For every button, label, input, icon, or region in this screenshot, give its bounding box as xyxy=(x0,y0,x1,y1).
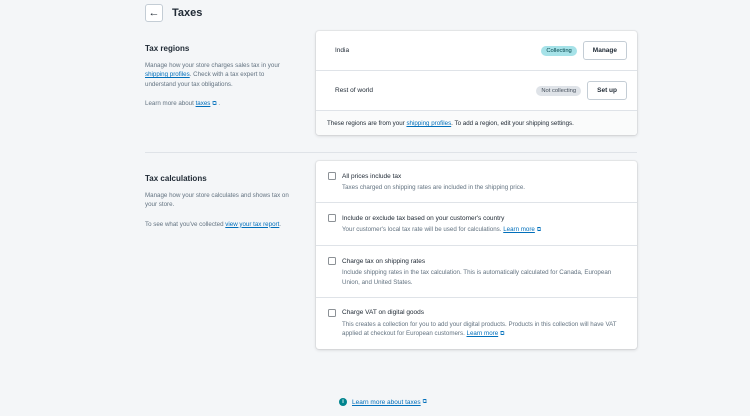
learn-more-taxes: Learn more about taxes ⧉ . xyxy=(145,99,295,109)
option-desc-text: Your customer's local tax rate will be u… xyxy=(342,226,504,234)
learn-more-taxes-link[interactable]: Learn more about taxes xyxy=(352,399,421,406)
option-charge-vat-digital: Charge VAT on digital goods This creates… xyxy=(316,298,637,349)
page-header: ← Taxes xyxy=(145,4,202,22)
option-description: Include shipping rates in the tax calcul… xyxy=(342,269,612,286)
tax-calculations-card: All prices include tax Taxes charged on … xyxy=(316,161,637,350)
checkbox[interactable] xyxy=(328,257,336,266)
tax-report-text: To see what you've collected view your t… xyxy=(145,220,295,229)
option-label: Include or exclude tax based on your cus… xyxy=(342,214,505,222)
tax-calculations-description: Manage how your store calculates and sho… xyxy=(145,192,289,209)
checkbox[interactable] xyxy=(328,214,336,223)
region-row-rest-of-world: Rest of world Not collecting Set up xyxy=(316,71,637,111)
arrow-left-icon: ← xyxy=(148,7,160,19)
view-tax-report-link[interactable]: view your tax report xyxy=(225,221,279,228)
regions-footer: These regions are from your shipping pro… xyxy=(316,111,637,135)
external-link-icon: ⧉ xyxy=(536,227,542,234)
status-badge: Not collecting xyxy=(536,85,582,96)
tax-regions-title: Tax regions xyxy=(145,44,190,53)
tax-calculations-title: Tax calculations xyxy=(145,174,207,183)
region-row-india: India Collecting Manage xyxy=(316,31,637,71)
section-divider xyxy=(145,152,637,153)
shipping-profiles-link[interactable]: shipping profiles xyxy=(145,71,190,78)
checkbox[interactable] xyxy=(328,308,336,317)
desc-text: Manage how your store charges sales tax … xyxy=(145,62,280,69)
status-badge: Collecting xyxy=(541,45,577,56)
option-charge-tax-shipping: Charge tax on shipping rates Include shi… xyxy=(316,246,637,298)
footer-help: i Learn more about taxes ⧉ xyxy=(339,398,427,406)
option-tax-by-country: Include or exclude tax based on your cus… xyxy=(316,203,637,247)
report-text: To see what you've collected xyxy=(145,220,226,228)
region-name: India xyxy=(335,47,350,54)
option-label: Charge tax on shipping rates xyxy=(342,257,426,265)
external-link-icon: ⧉ xyxy=(422,398,427,405)
checkbox[interactable] xyxy=(328,172,336,180)
learn-more-link[interactable]: Learn more xyxy=(503,226,535,233)
external-link-icon: ⧉ xyxy=(500,331,505,338)
tax-regions-info: Tax regions Manage how your store charge… xyxy=(145,44,295,109)
set-up-button[interactable]: Set up xyxy=(587,81,627,100)
option-all-prices-include-tax: All prices include tax Taxes charged on … xyxy=(316,161,637,204)
tax-regions-description: Manage how your store charges sales tax … xyxy=(145,61,295,89)
learn-more-link[interactable]: Learn more xyxy=(467,330,499,337)
shipping-profiles-link[interactable]: shipping profiles xyxy=(406,120,451,127)
manage-button[interactable]: Manage xyxy=(582,41,627,60)
option-description: Your customer's local tax rate will be u… xyxy=(342,225,625,235)
footer-text: These regions are from your xyxy=(327,120,407,127)
option-description: Taxes charged on shipping rates are incl… xyxy=(342,184,525,191)
option-label: All prices include tax xyxy=(342,172,402,180)
report-text: . xyxy=(279,220,282,228)
back-button[interactable]: ← xyxy=(145,4,163,22)
footer-text: . To add a region, edit your shipping se… xyxy=(451,120,574,127)
learn-text: Learn more about xyxy=(145,99,196,107)
page-title: Taxes xyxy=(172,7,203,19)
option-description: This creates a collection for you to add… xyxy=(342,320,625,339)
option-label: Charge VAT on digital goods xyxy=(342,309,425,317)
info-icon: i xyxy=(339,398,347,406)
tax-calculations-info: Tax calculations Manage how your store c… xyxy=(145,174,295,229)
tax-regions-card: India Collecting Manage Rest of world No… xyxy=(316,31,637,135)
taxes-link[interactable]: taxes xyxy=(196,100,211,107)
learn-text: . xyxy=(216,99,221,107)
region-name: Rest of world xyxy=(335,87,373,94)
